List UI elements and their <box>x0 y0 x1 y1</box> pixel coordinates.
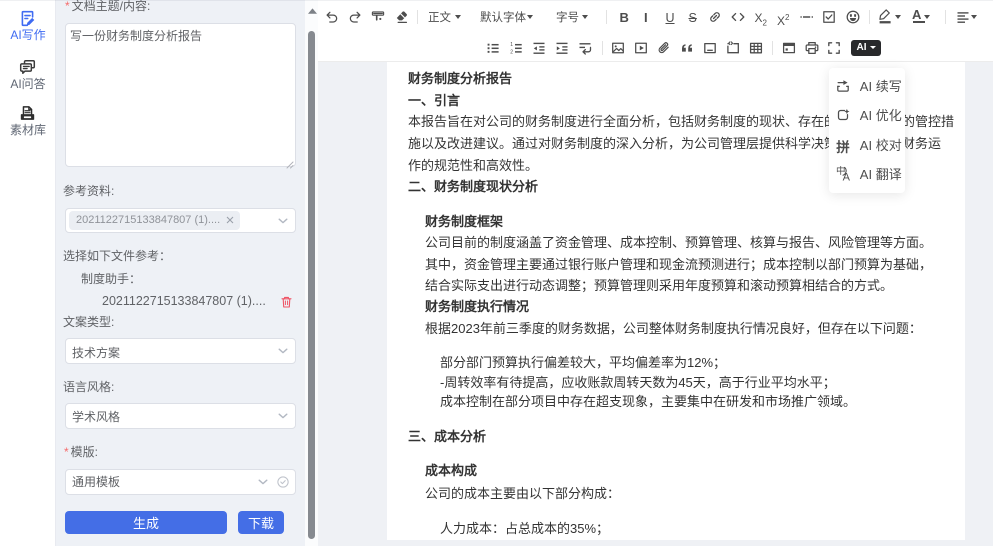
svg-text:A: A <box>842 172 850 182</box>
svg-text:1: 1 <box>510 42 513 48</box>
svg-text:2: 2 <box>510 50 513 56</box>
